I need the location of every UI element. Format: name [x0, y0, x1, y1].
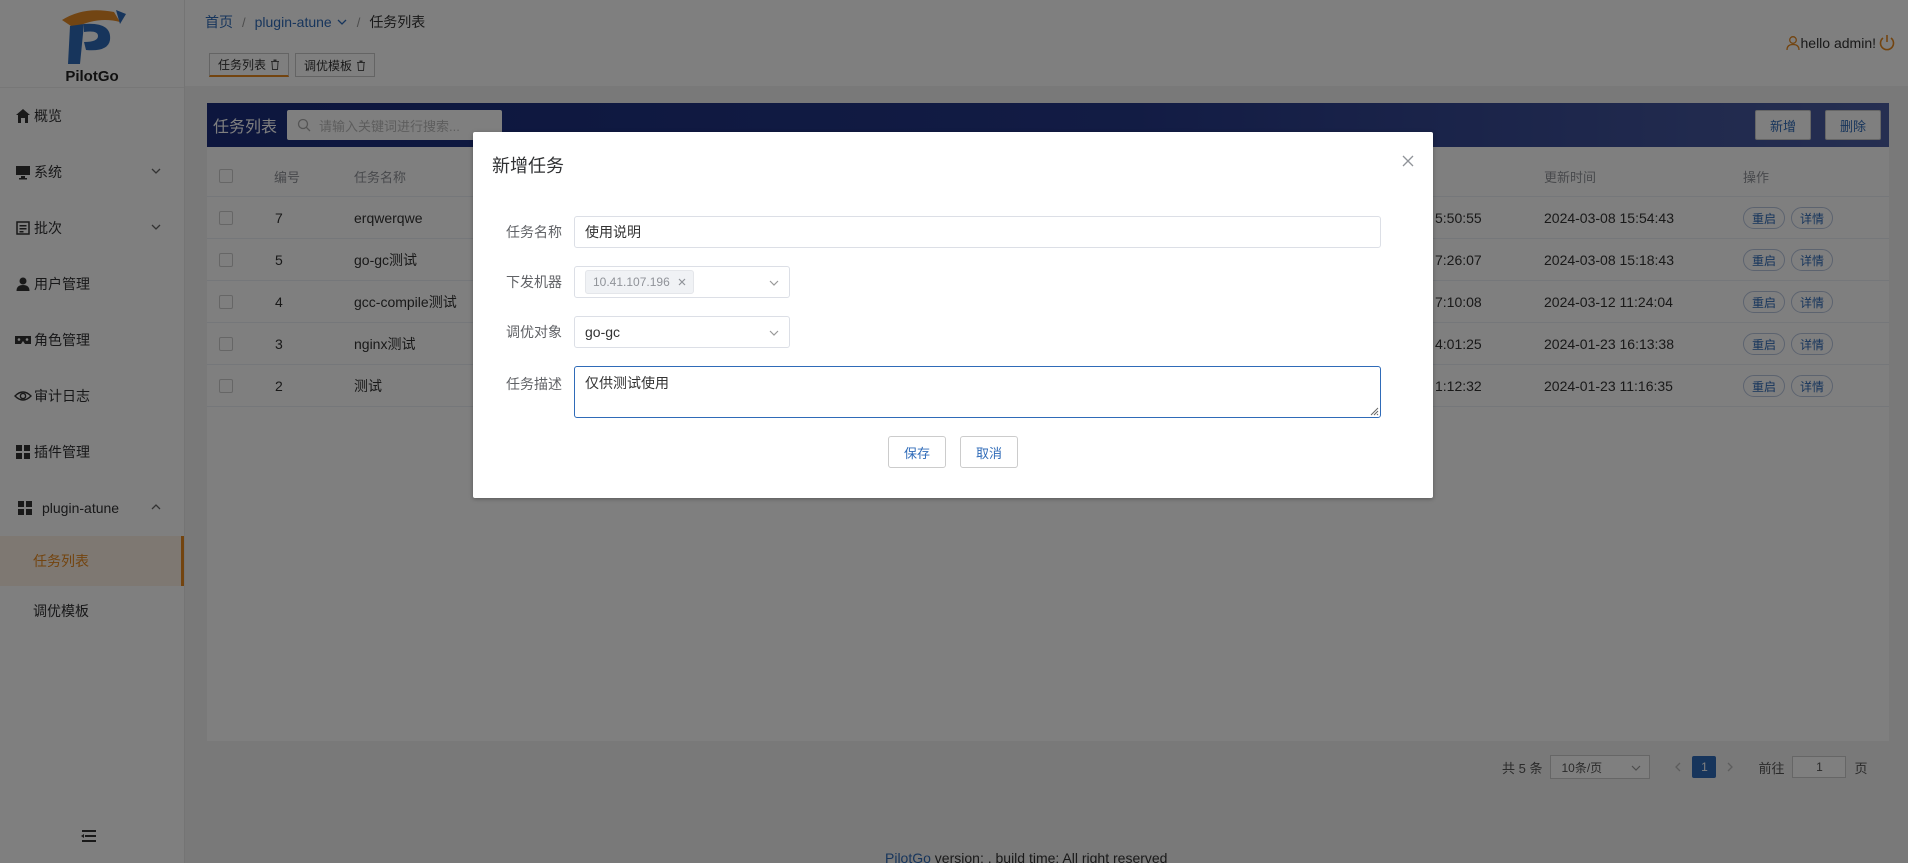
form-row-task-name: 任务名称 使用说明 [473, 216, 1381, 248]
cancel-button[interactable]: 取消 [960, 436, 1019, 468]
description-value: 仅供测试使用 [585, 375, 669, 391]
add-task-dialog: 新增任务 任务名称 使用说明 下发机器 10.41.107.196 调优对象 g… [473, 132, 1433, 498]
form-row-machine: 下发机器 10.41.107.196 [473, 266, 790, 298]
save-button[interactable]: 保存 [888, 436, 947, 468]
app-root: PilotGo 概览 系统 批次 [0, 0, 1908, 863]
chevron-down-icon [769, 280, 779, 286]
target-label: 调优对象 [506, 324, 562, 340]
remove-chip-icon[interactable] [678, 278, 686, 286]
target-value: go-gc [585, 324, 621, 340]
task-name-label: 任务名称 [506, 224, 562, 240]
machine-chip-label: 10.41.107.196 [593, 275, 670, 289]
chevron-down-icon [769, 330, 779, 336]
form-row-target: 调优对象 go-gc [473, 316, 790, 348]
task-name-input[interactable]: 使用说明 [574, 216, 1381, 248]
form-row-description: 任务描述 仅供测试使用 [473, 366, 1381, 418]
target-select[interactable]: go-gc [574, 316, 790, 348]
machine-chip: 10.41.107.196 [585, 270, 694, 294]
dialog-title: 新增任务 [492, 156, 564, 176]
close-icon[interactable] [1401, 154, 1415, 168]
description-textarea[interactable]: 仅供测试使用 [574, 366, 1381, 418]
task-name-value: 使用说明 [585, 224, 641, 240]
description-label: 任务描述 [506, 376, 562, 392]
resize-handle-icon[interactable] [1369, 406, 1379, 416]
machine-label: 下发机器 [506, 274, 562, 290]
machine-select[interactable]: 10.41.107.196 [574, 266, 790, 298]
